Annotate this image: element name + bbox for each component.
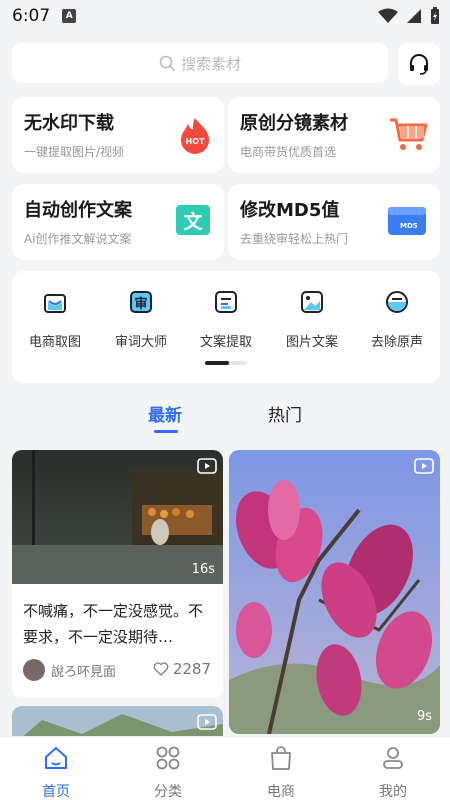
active-tab-indicator — [154, 430, 178, 433]
tab-popular[interactable]: 热门 — [268, 401, 302, 426]
status-notification-icon: A — [62, 9, 77, 23]
feature-card-watermark-download[interactable]: 无水印下载 一键提取图片/视频 HOT — [12, 97, 224, 173]
tool-label: 去除原声 — [370, 335, 423, 350]
cellular-signal-icon — [407, 9, 421, 23]
review-word-icon: 审 — [130, 291, 152, 313]
bottom-navigation: 首页 分类 电商 我的 — [0, 736, 450, 800]
hot-flame-icon: HOT — [181, 118, 209, 154]
content-card[interactable]: 9s — [229, 450, 440, 734]
tool-label: 电商取图 — [28, 335, 81, 350]
content-card[interactable]: 16s 不喊痛，不一定没感觉。不要求，不一定没期待… 說ろ吥見面 2287 — [12, 450, 223, 698]
status-bar: 6:07 A — [0, 0, 450, 32]
like-count: 2287 — [172, 660, 211, 678]
tool-remove-audio[interactable]: 去除原声 — [354, 289, 440, 350]
card-author[interactable]: 說ろ吥見面 — [23, 659, 116, 681]
tool-label: 文案提取 — [199, 335, 252, 350]
nav-ecommerce[interactable]: 电商 — [241, 745, 321, 800]
text-extract-icon — [215, 291, 237, 313]
tool-label: 图片文案 — [285, 335, 338, 350]
video-icon — [197, 714, 217, 730]
feature-card-auto-copywriting[interactable]: 自动创作文案 Ai创作推文解说文案 文 — [12, 184, 224, 260]
status-time: 6:07 — [12, 6, 51, 26]
tool-review-words[interactable]: 审 审词大师 — [98, 289, 184, 350]
nav-home[interactable]: 首页 — [16, 745, 96, 800]
shopping-bag-icon — [271, 746, 291, 770]
tool-ecommerce-image[interactable]: 电商取图 — [12, 289, 98, 350]
nav-label: 分类 — [154, 784, 182, 800]
like-button[interactable]: 2287 — [153, 660, 211, 678]
customer-service-button[interactable] — [398, 43, 440, 85]
home-icon — [45, 747, 67, 769]
tool-text-extract[interactable]: 文案提取 — [183, 289, 269, 350]
tools-panel: 电商取图 审 审词大师 文案提取 图片文案 去除原声 — [12, 271, 440, 383]
doc-icon-label: 文 — [183, 210, 203, 233]
card-text: 不喊痛，不一定没感觉。不要求，不一定没期待… — [23, 602, 204, 646]
author-name: 說ろ吥見面 — [51, 664, 117, 680]
shopping-bag-icon — [44, 294, 66, 313]
search-icon — [159, 55, 175, 71]
video-duration: 16s — [191, 562, 215, 577]
tab-latest[interactable]: 最新 — [148, 401, 182, 426]
search-placeholder: 搜索素材 — [180, 54, 241, 73]
cart-icon — [390, 118, 428, 150]
search-input[interactable]: 搜索素材 — [12, 43, 388, 83]
tool-image-text[interactable]: 图片文案 — [269, 289, 355, 350]
nav-label: 我的 — [379, 784, 407, 800]
tool-label: 审词大师 — [114, 335, 167, 350]
nav-label: 电商 — [267, 784, 295, 800]
video-icon — [414, 458, 434, 474]
nav-categories[interactable]: 分类 — [128, 745, 208, 800]
md5-file-icon: MD5 — [388, 207, 426, 235]
remove-audio-icon — [386, 291, 408, 313]
grid-icon — [156, 746, 180, 770]
video-icon — [197, 458, 217, 474]
avatar — [23, 659, 45, 681]
status-icons — [378, 7, 440, 25]
battery-icon — [431, 7, 439, 24]
review-icon-label: 审 — [134, 296, 147, 312]
video-duration: 9s — [416, 709, 432, 724]
headset-icon — [410, 54, 428, 75]
wifi-icon — [378, 8, 398, 23]
tools-page-indicator — [205, 361, 247, 365]
heart-icon — [153, 662, 169, 676]
feature-card-modify-md5[interactable]: 修改MD5值 去重绕审轻松上热门 MD5 — [228, 184, 440, 260]
text-doc-icon: 文 — [176, 205, 210, 235]
image-text-icon — [301, 291, 323, 313]
feature-card-original-storyboard[interactable]: 原创分镜素材 电商带货优质首选 — [228, 97, 440, 173]
hot-label: HOT — [186, 137, 205, 146]
nav-profile[interactable]: 我的 — [353, 745, 433, 800]
profile-icon — [383, 747, 403, 769]
nav-label: 首页 — [42, 784, 70, 800]
md5-icon-label: MD5 — [400, 222, 418, 230]
magnolia-flower-thumbnail — [229, 450, 440, 734]
